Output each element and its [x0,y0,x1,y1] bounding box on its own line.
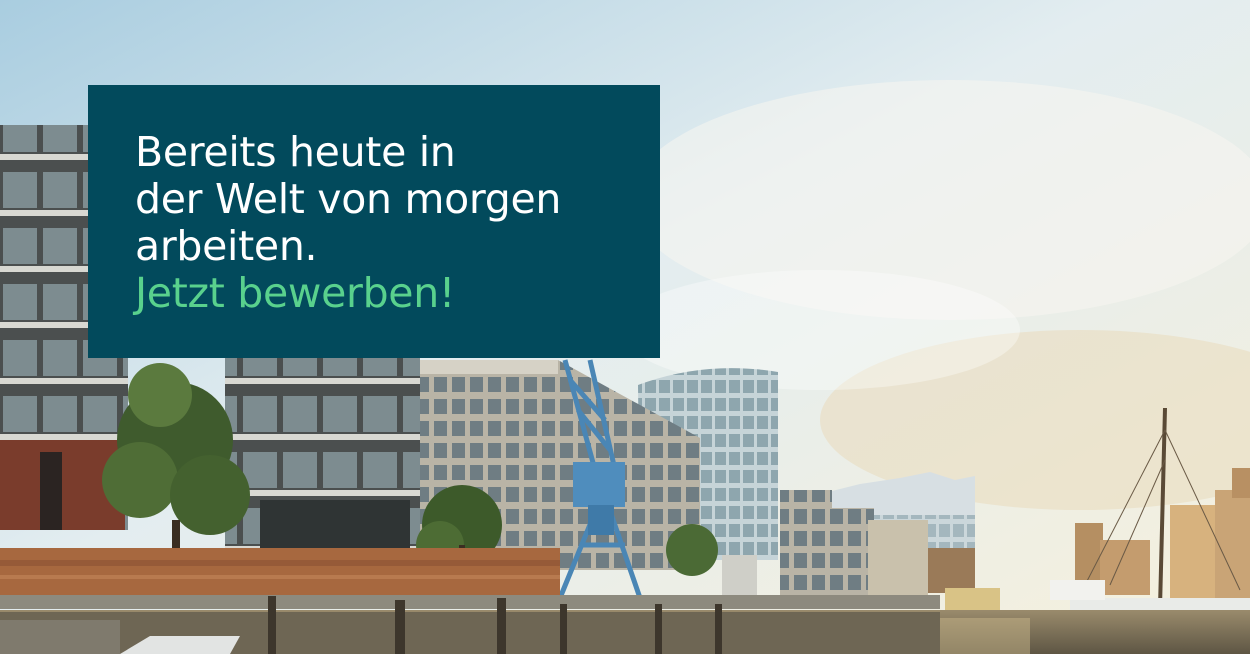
hero-banner: Bereits heute in der Welt von morgen arb… [0,0,1250,654]
headline-line-2: der Welt von morgen [135,175,562,223]
headline-line-1: Bereits heute in [135,128,456,176]
headline-box: Bereits heute in der Welt von morgen arb… [88,85,660,358]
headline-line-3: arbeiten. [135,222,318,270]
apply-now-cta[interactable]: Jetzt bewerben! [135,270,620,317]
